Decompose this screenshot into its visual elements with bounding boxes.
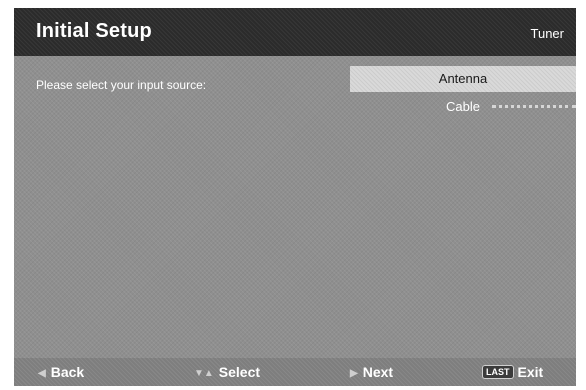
- next-button[interactable]: ▶ Next: [350, 364, 393, 380]
- back-button[interactable]: ◀ Back: [38, 364, 84, 380]
- exit-label: Exit: [517, 364, 544, 380]
- footer-bar: ◀ Back ▼▲ Select ▶ Next LAST Exit: [14, 358, 576, 386]
- option-cable-label: Cable: [446, 99, 480, 114]
- option-antenna[interactable]: Antenna: [350, 66, 576, 92]
- exit-button[interactable]: LAST Exit: [482, 364, 543, 380]
- header-bar: Initial Setup Tuner: [14, 8, 576, 56]
- select-button[interactable]: ▼▲ Select: [194, 364, 260, 380]
- triangle-left-icon: ◀: [38, 368, 46, 379]
- up-down-arrows-icon: ▼▲: [194, 368, 214, 379]
- last-key-badge: LAST: [482, 365, 514, 379]
- dotted-divider: [492, 105, 576, 108]
- input-source-prompt: Please select your input source:: [36, 78, 207, 92]
- page-title: Initial Setup: [36, 20, 152, 42]
- setup-screen: Initial Setup Tuner Please select your i…: [14, 8, 576, 386]
- next-label: Next: [362, 364, 394, 380]
- triangle-right-icon: ▶: [350, 368, 358, 379]
- section-label: Tuner: [530, 26, 564, 41]
- select-label: Select: [218, 364, 261, 380]
- back-label: Back: [50, 364, 85, 380]
- option-antenna-label: Antenna: [438, 71, 488, 86]
